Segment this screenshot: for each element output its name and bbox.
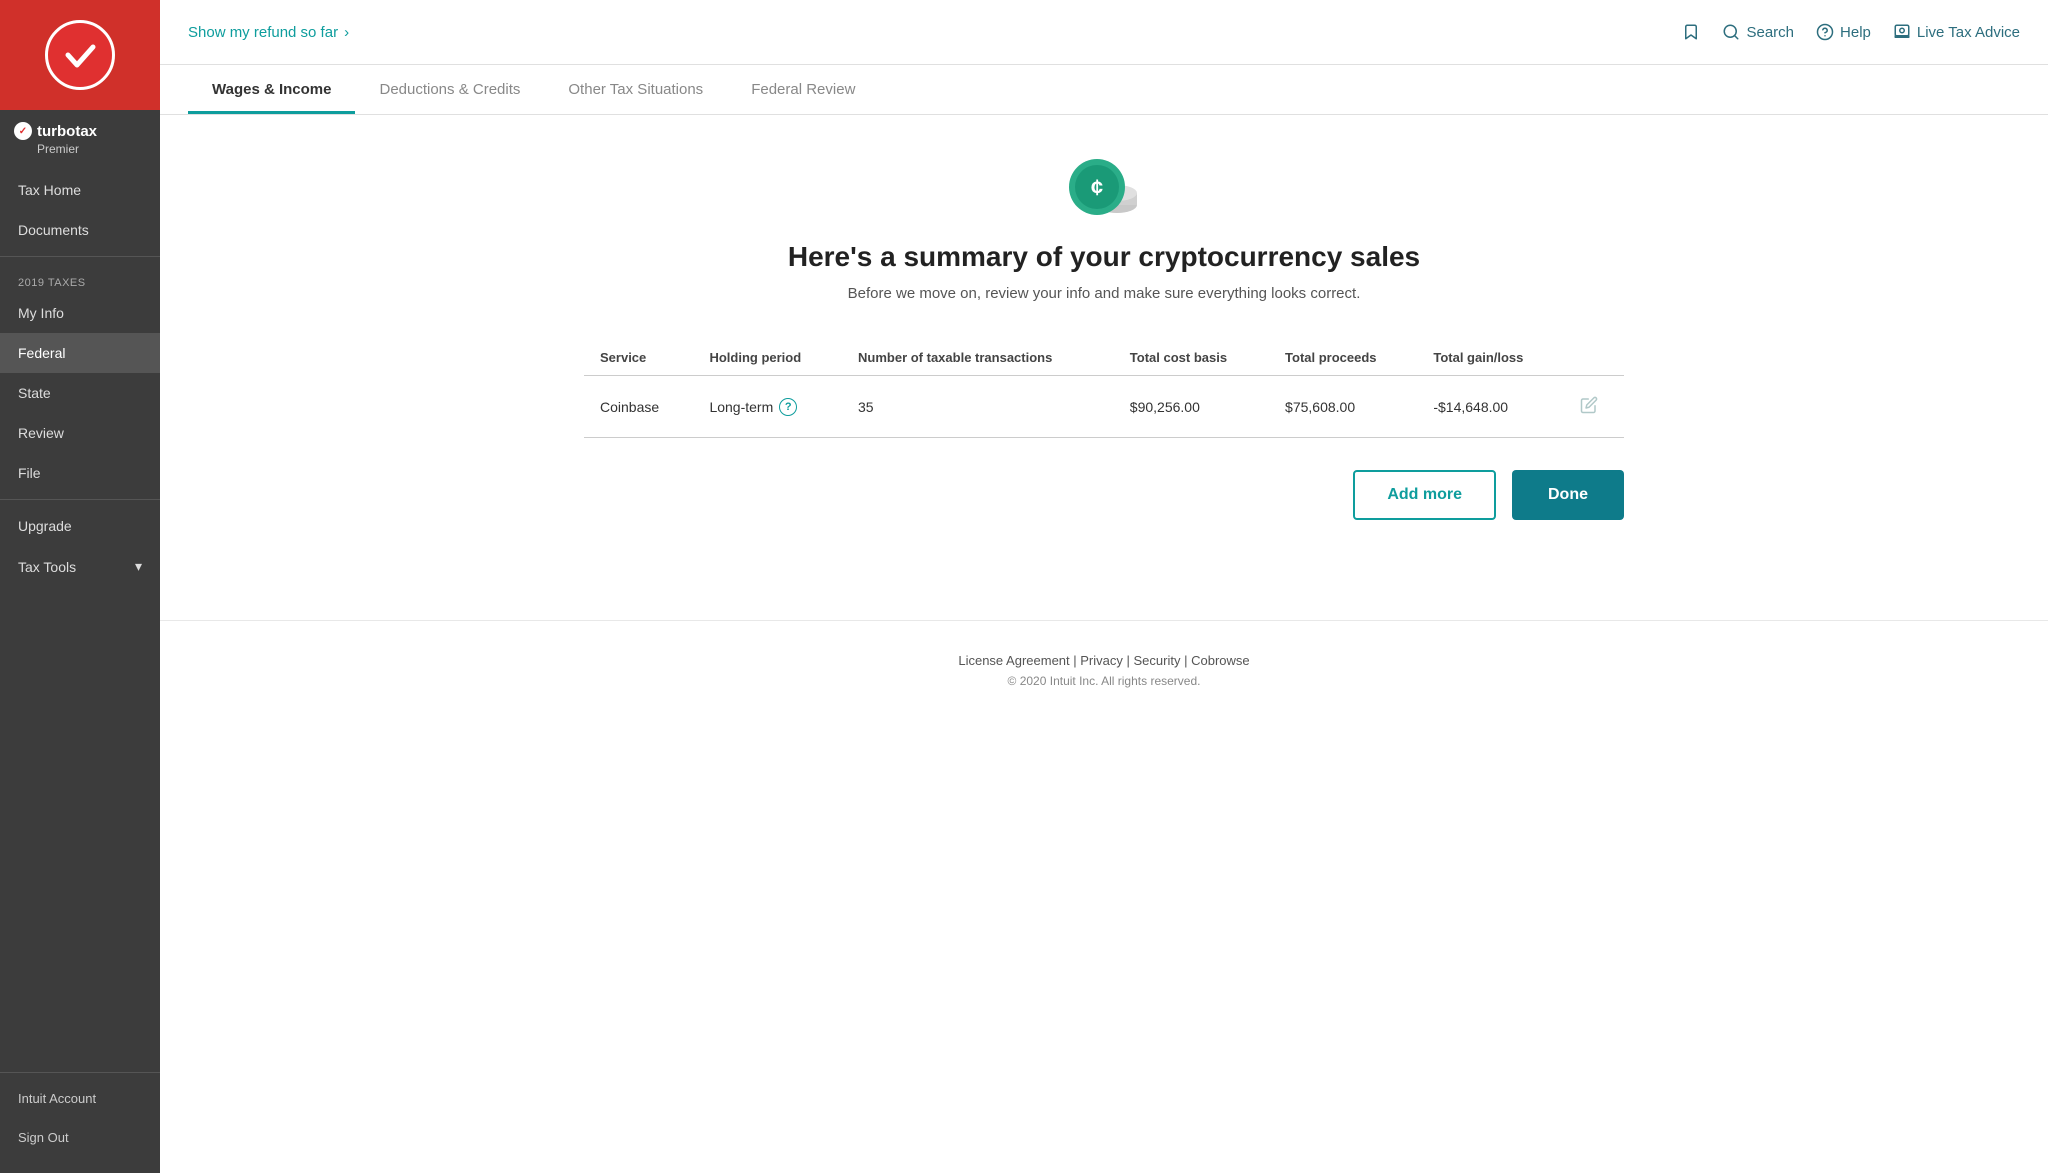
col-proceeds: Total proceeds bbox=[1269, 338, 1417, 376]
sidebar-item-intuit-account[interactable]: Intuit Account bbox=[0, 1079, 160, 1118]
edit-icon[interactable] bbox=[1580, 401, 1598, 417]
sidebar-item-file[interactable]: File bbox=[0, 453, 160, 493]
table-row: Coinbase Long-term ? 35 $90,256.00 $75,6… bbox=[584, 376, 1624, 438]
help-label: Help bbox=[1840, 24, 1871, 41]
brand-sub: Premier bbox=[37, 142, 79, 156]
sidebar-brand: ✓ turbotax Premier bbox=[0, 110, 160, 162]
chevron-down-icon: ▾ bbox=[135, 558, 142, 575]
sidebar-item-documents[interactable]: Documents bbox=[0, 210, 160, 250]
turbotax-logo bbox=[45, 20, 115, 90]
sidebar-item-review[interactable]: Review bbox=[0, 413, 160, 453]
cell-service: Coinbase bbox=[584, 376, 693, 438]
live-tax-advice-label: Live Tax Advice bbox=[1917, 24, 2020, 41]
brand-name: turbotax bbox=[37, 123, 97, 140]
search-button[interactable]: Search bbox=[1722, 23, 1794, 41]
cell-cost-basis: $90,256.00 bbox=[1114, 376, 1269, 438]
refund-link[interactable]: Show my refund so far › bbox=[188, 24, 349, 41]
brand-icon: ✓ bbox=[14, 122, 32, 140]
crypto-summary-table: Service Holding period Number of taxable… bbox=[584, 338, 1624, 438]
col-holding-period: Holding period bbox=[693, 338, 842, 376]
cell-holding-period: Long-term ? bbox=[693, 376, 842, 438]
help-button[interactable]: Help bbox=[1816, 23, 1871, 41]
bookmark-button[interactable] bbox=[1682, 23, 1700, 41]
svg-text:¢: ¢ bbox=[1091, 175, 1103, 200]
tab-other-tax[interactable]: Other Tax Situations bbox=[544, 65, 727, 114]
sidebar-item-tax-home[interactable]: Tax Home bbox=[0, 170, 160, 210]
col-gain-loss: Total gain/loss bbox=[1417, 338, 1564, 376]
topbar: Show my refund so far › Search Help bbox=[160, 0, 2048, 65]
live-tax-advice-button[interactable]: Live Tax Advice bbox=[1893, 23, 2020, 41]
cell-proceeds: $75,608.00 bbox=[1269, 376, 1417, 438]
main-area: Show my refund so far › Search Help bbox=[160, 0, 2048, 1173]
tab-wages-income[interactable]: Wages & Income bbox=[188, 65, 355, 114]
footer-license[interactable]: License Agreement bbox=[958, 653, 1069, 668]
footer-links: License Agreement | Privacy | Security |… bbox=[192, 653, 2016, 668]
sidebar-item-upgrade[interactable]: Upgrade bbox=[0, 506, 160, 546]
sidebar: ✓ turbotax Premier Tax Home Documents 20… bbox=[0, 0, 160, 1173]
hero-section: ¢ Here's a summary of your cryptocurrenc… bbox=[584, 155, 1624, 302]
tab-federal-review[interactable]: Federal Review bbox=[727, 65, 879, 114]
action-buttons: Add more Done bbox=[584, 470, 1624, 520]
col-transactions: Number of taxable transactions bbox=[842, 338, 1114, 376]
cell-gain-loss: -$14,648.00 bbox=[1417, 376, 1564, 438]
col-actions bbox=[1564, 338, 1624, 376]
brand-turbotax: ✓ turbotax bbox=[14, 122, 97, 140]
search-label: Search bbox=[1746, 24, 1794, 41]
add-more-button[interactable]: Add more bbox=[1353, 470, 1496, 520]
sidebar-item-sign-out[interactable]: Sign Out bbox=[0, 1118, 160, 1157]
sidebar-item-tax-tools[interactable]: Tax Tools ▾ bbox=[0, 546, 160, 587]
page-footer: License Agreement | Privacy | Security |… bbox=[160, 620, 2048, 720]
sidebar-section-label: 2019 TAXES bbox=[0, 263, 160, 293]
sidebar-item-state[interactable]: State bbox=[0, 373, 160, 413]
sidebar-logo-area bbox=[0, 0, 160, 110]
page-subtitle: Before we move on, review your info and … bbox=[584, 285, 1624, 302]
crypto-summary: ¢ Here's a summary of your cryptocurrenc… bbox=[554, 115, 1654, 580]
hero-icon: ¢ bbox=[584, 155, 1624, 225]
sidebar-item-my-info[interactable]: My Info bbox=[0, 293, 160, 333]
footer-copyright: © 2020 Intuit Inc. All rights reserved. bbox=[192, 674, 2016, 688]
tab-deductions-credits[interactable]: Deductions & Credits bbox=[355, 65, 544, 114]
sidebar-navigation: Tax Home Documents 2019 TAXES My Info Fe… bbox=[0, 162, 160, 1056]
main-tabs: Wages & Income Deductions & Credits Othe… bbox=[160, 65, 2048, 115]
sidebar-bottom: Intuit Account Sign Out bbox=[0, 1056, 160, 1173]
page-content: ¢ Here's a summary of your cryptocurrenc… bbox=[160, 115, 2048, 1173]
footer-security[interactable]: Security bbox=[1134, 653, 1181, 668]
sidebar-item-federal[interactable]: Federal bbox=[0, 333, 160, 373]
cell-transactions: 35 bbox=[842, 376, 1114, 438]
page-title: Here's a summary of your cryptocurrency … bbox=[584, 241, 1624, 273]
done-button[interactable]: Done bbox=[1512, 470, 1624, 520]
col-service: Service bbox=[584, 338, 693, 376]
footer-cobrowse[interactable]: Cobrowse bbox=[1191, 653, 1250, 668]
col-cost-basis: Total cost basis bbox=[1114, 338, 1269, 376]
topbar-right: Search Help Live Tax Advice bbox=[1682, 23, 2020, 41]
chevron-right-icon: › bbox=[344, 24, 349, 41]
holding-period-help-icon[interactable]: ? bbox=[779, 398, 797, 416]
cell-edit bbox=[1564, 376, 1624, 438]
footer-privacy[interactable]: Privacy bbox=[1080, 653, 1123, 668]
